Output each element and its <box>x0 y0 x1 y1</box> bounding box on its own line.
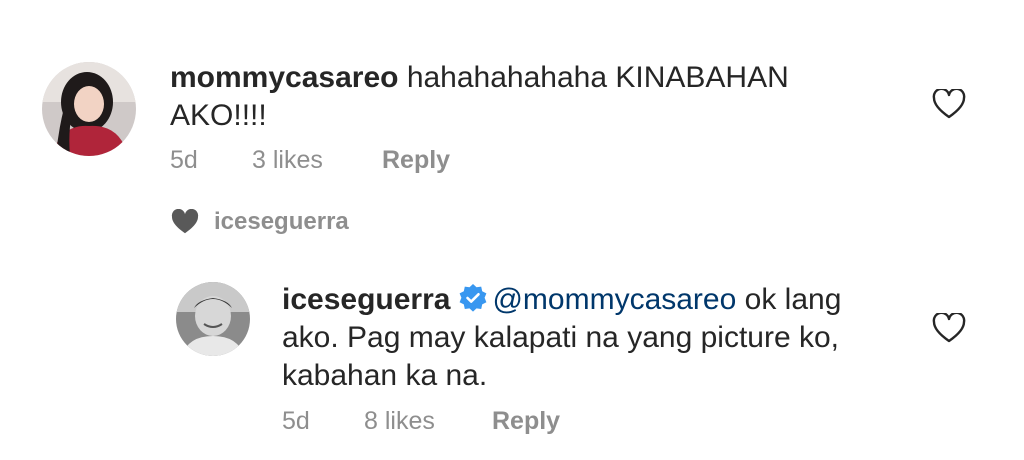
liked-by-author: iceseguerra <box>170 208 349 236</box>
comment-meta: 5d 3 likes Reply <box>170 146 450 175</box>
verified-badge-icon <box>460 284 487 312</box>
heart-outline-icon[interactable] <box>932 313 966 343</box>
heart-outline-icon[interactable] <box>932 89 966 119</box>
comment-username[interactable]: iceseguerra <box>282 283 450 316</box>
avatar[interactable] <box>42 62 136 156</box>
comment-body: iceseguerra @mommycasareo ok lang ako. Pa… <box>282 281 882 395</box>
reply-button[interactable]: Reply <box>492 407 560 436</box>
comment-likes[interactable]: 8 likes <box>364 407 492 436</box>
comment-age: 5d <box>170 146 198 174</box>
mention-link[interactable]: @mommycasareo <box>492 283 736 316</box>
liked-by-username[interactable]: iceseguerra <box>214 208 349 236</box>
comment-age: 5d <box>282 407 310 435</box>
reply-button[interactable]: Reply <box>382 146 450 175</box>
comment-likes[interactable]: 3 likes <box>252 146 382 175</box>
heart-filled-icon <box>171 209 199 234</box>
comment-meta: 5d 8 likes Reply <box>282 407 560 436</box>
comment-username[interactable]: mommycasareo <box>170 61 398 94</box>
avatar[interactable] <box>176 282 250 356</box>
comment-thread: mommycasareo hahahahahaha KINABAHAN AKO!… <box>0 0 1024 460</box>
comment-body: mommycasareo hahahahahaha KINABAHAN AKO!… <box>170 59 870 135</box>
